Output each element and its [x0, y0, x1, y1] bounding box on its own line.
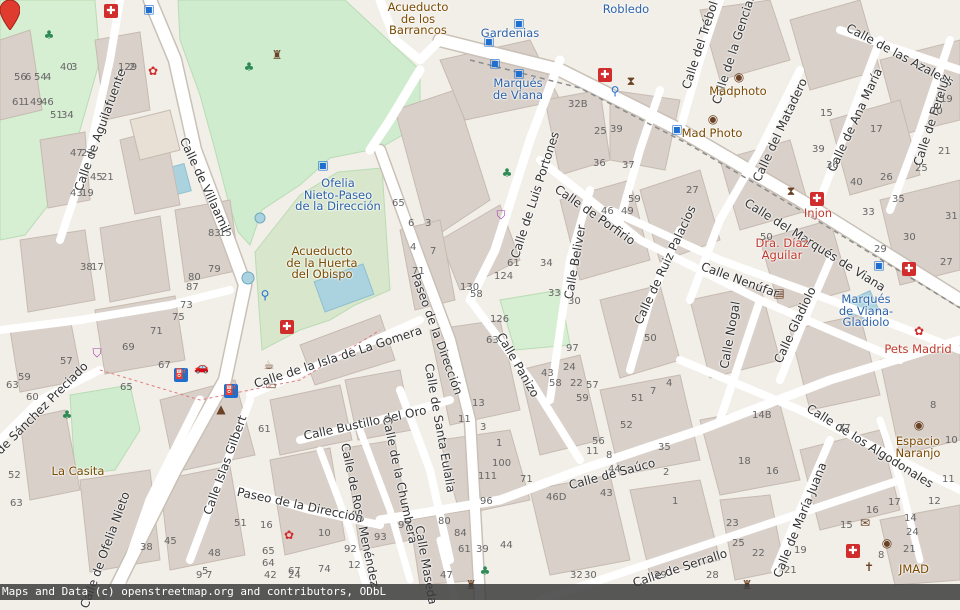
block: [544, 89, 611, 176]
block: [99, 215, 171, 303]
block: [529, 474, 631, 576]
fountain: [254, 212, 266, 224]
block: [629, 479, 721, 576]
block: [699, 404, 801, 496]
block: [269, 384, 353, 456]
roundabout: [241, 271, 255, 285]
location-marker-icon[interactable]: [0, 0, 20, 30]
map-attribution: Maps and Data (c) openstreetmap.org and …: [0, 584, 960, 600]
road-genciana: [676, 0, 724, 134]
map-base-layer: [0, 0, 960, 600]
map-canvas[interactable]: ✚ ▣ ♣ ♣ ♜ ✿ ▣ ▣ ▣ ▣ ✚ ⧗ ⚲ ◉ ◉ ▣ ♣ ⛉ ▣ ⚲ …: [0, 0, 960, 610]
block: [759, 219, 851, 311]
block: [879, 504, 960, 586]
park-area-southwest: [69, 384, 141, 476]
block: [559, 179, 651, 281]
block: [19, 409, 81, 501]
block: [519, 354, 601, 456]
